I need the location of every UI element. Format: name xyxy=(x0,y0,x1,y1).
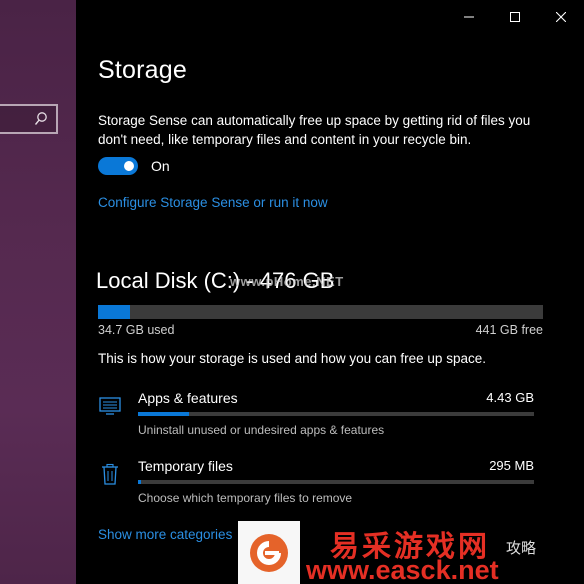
settings-window: Storage Storage Sense can automatically … xyxy=(76,0,584,584)
category-apps-features[interactable]: Apps & features 4.43 GB Uninstall unused… xyxy=(98,390,534,440)
show-more-categories-link[interactable]: Show more categories xyxy=(98,527,232,542)
disk-free-label: 441 GB free xyxy=(475,323,543,337)
category-temporary-files[interactable]: Temporary files 295 MB Choose which temp… xyxy=(98,458,534,508)
category-name: Apps & features xyxy=(138,390,238,406)
monitor-icon xyxy=(99,397,121,415)
watermark-logo-icon xyxy=(250,533,288,572)
disk-used-label: 34.7 GB used xyxy=(98,323,175,337)
close-button[interactable] xyxy=(538,0,584,34)
disk-usage-fill xyxy=(98,305,131,319)
maximize-button[interactable] xyxy=(492,0,538,34)
left-pane xyxy=(0,0,76,584)
configure-storage-sense-link[interactable]: Configure Storage Sense or run it now xyxy=(98,195,328,210)
watermark-url: www.easck.net xyxy=(306,555,499,584)
minimize-button[interactable] xyxy=(446,0,492,34)
search-box[interactable] xyxy=(0,104,58,134)
toggle-state-label: On xyxy=(151,158,170,174)
watermark-logo xyxy=(238,521,300,584)
category-subtitle: Choose which temporary files to remove xyxy=(138,491,353,505)
toggle-knob xyxy=(124,161,134,171)
page-title: Storage xyxy=(98,56,187,84)
storage-sense-toggle[interactable] xyxy=(98,157,138,175)
category-bar xyxy=(138,412,534,416)
category-size: 4.43 GB xyxy=(486,390,534,405)
storage-sense-toggle-row: On xyxy=(98,157,170,175)
category-name: Temporary files xyxy=(138,458,233,474)
category-size: 295 MB xyxy=(489,458,534,473)
trash-icon xyxy=(102,463,118,485)
watermark-text: www.pHome.NET xyxy=(230,274,344,289)
storage-sense-description: Storage Sense can automatically free up … xyxy=(98,113,531,147)
category-bar xyxy=(138,480,534,484)
disk-usage-bar xyxy=(98,305,543,319)
screen: Storage Storage Sense can automatically … xyxy=(0,0,584,584)
category-bar-fill xyxy=(138,480,141,484)
category-subtitle: Uninstall unused or undesired apps & fea… xyxy=(138,423,385,437)
maximize-icon xyxy=(510,12,520,22)
search-icon xyxy=(34,112,47,125)
close-icon xyxy=(556,12,566,22)
window-controls xyxy=(446,0,584,34)
minimize-icon xyxy=(464,16,474,18)
watermark-small: 攻略 xyxy=(506,539,537,557)
usage-description: This is how your storage is used and how… xyxy=(98,351,486,366)
category-bar-fill xyxy=(138,412,189,416)
